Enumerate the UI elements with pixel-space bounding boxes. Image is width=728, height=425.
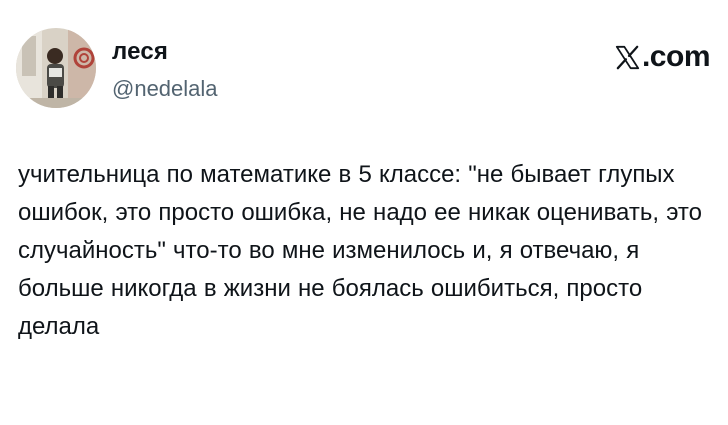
tweet-header: леся @nedelala .com xyxy=(16,28,712,112)
display-name[interactable]: леся xyxy=(112,38,218,66)
avatar-photo-icon xyxy=(16,28,96,108)
user-handle[interactable]: @nedelala xyxy=(112,76,218,102)
avatar[interactable] xyxy=(16,28,96,108)
tweet-card: леся @nedelala .com учительница по матем… xyxy=(0,0,728,425)
x-com-brand: .com xyxy=(614,40,711,74)
brand-domain: .com xyxy=(641,40,711,73)
x-logo-icon xyxy=(614,44,641,71)
tweet-text: учительница по математике в 5 классе: "н… xyxy=(18,161,702,340)
author-names: леся @nedelala xyxy=(112,38,218,102)
